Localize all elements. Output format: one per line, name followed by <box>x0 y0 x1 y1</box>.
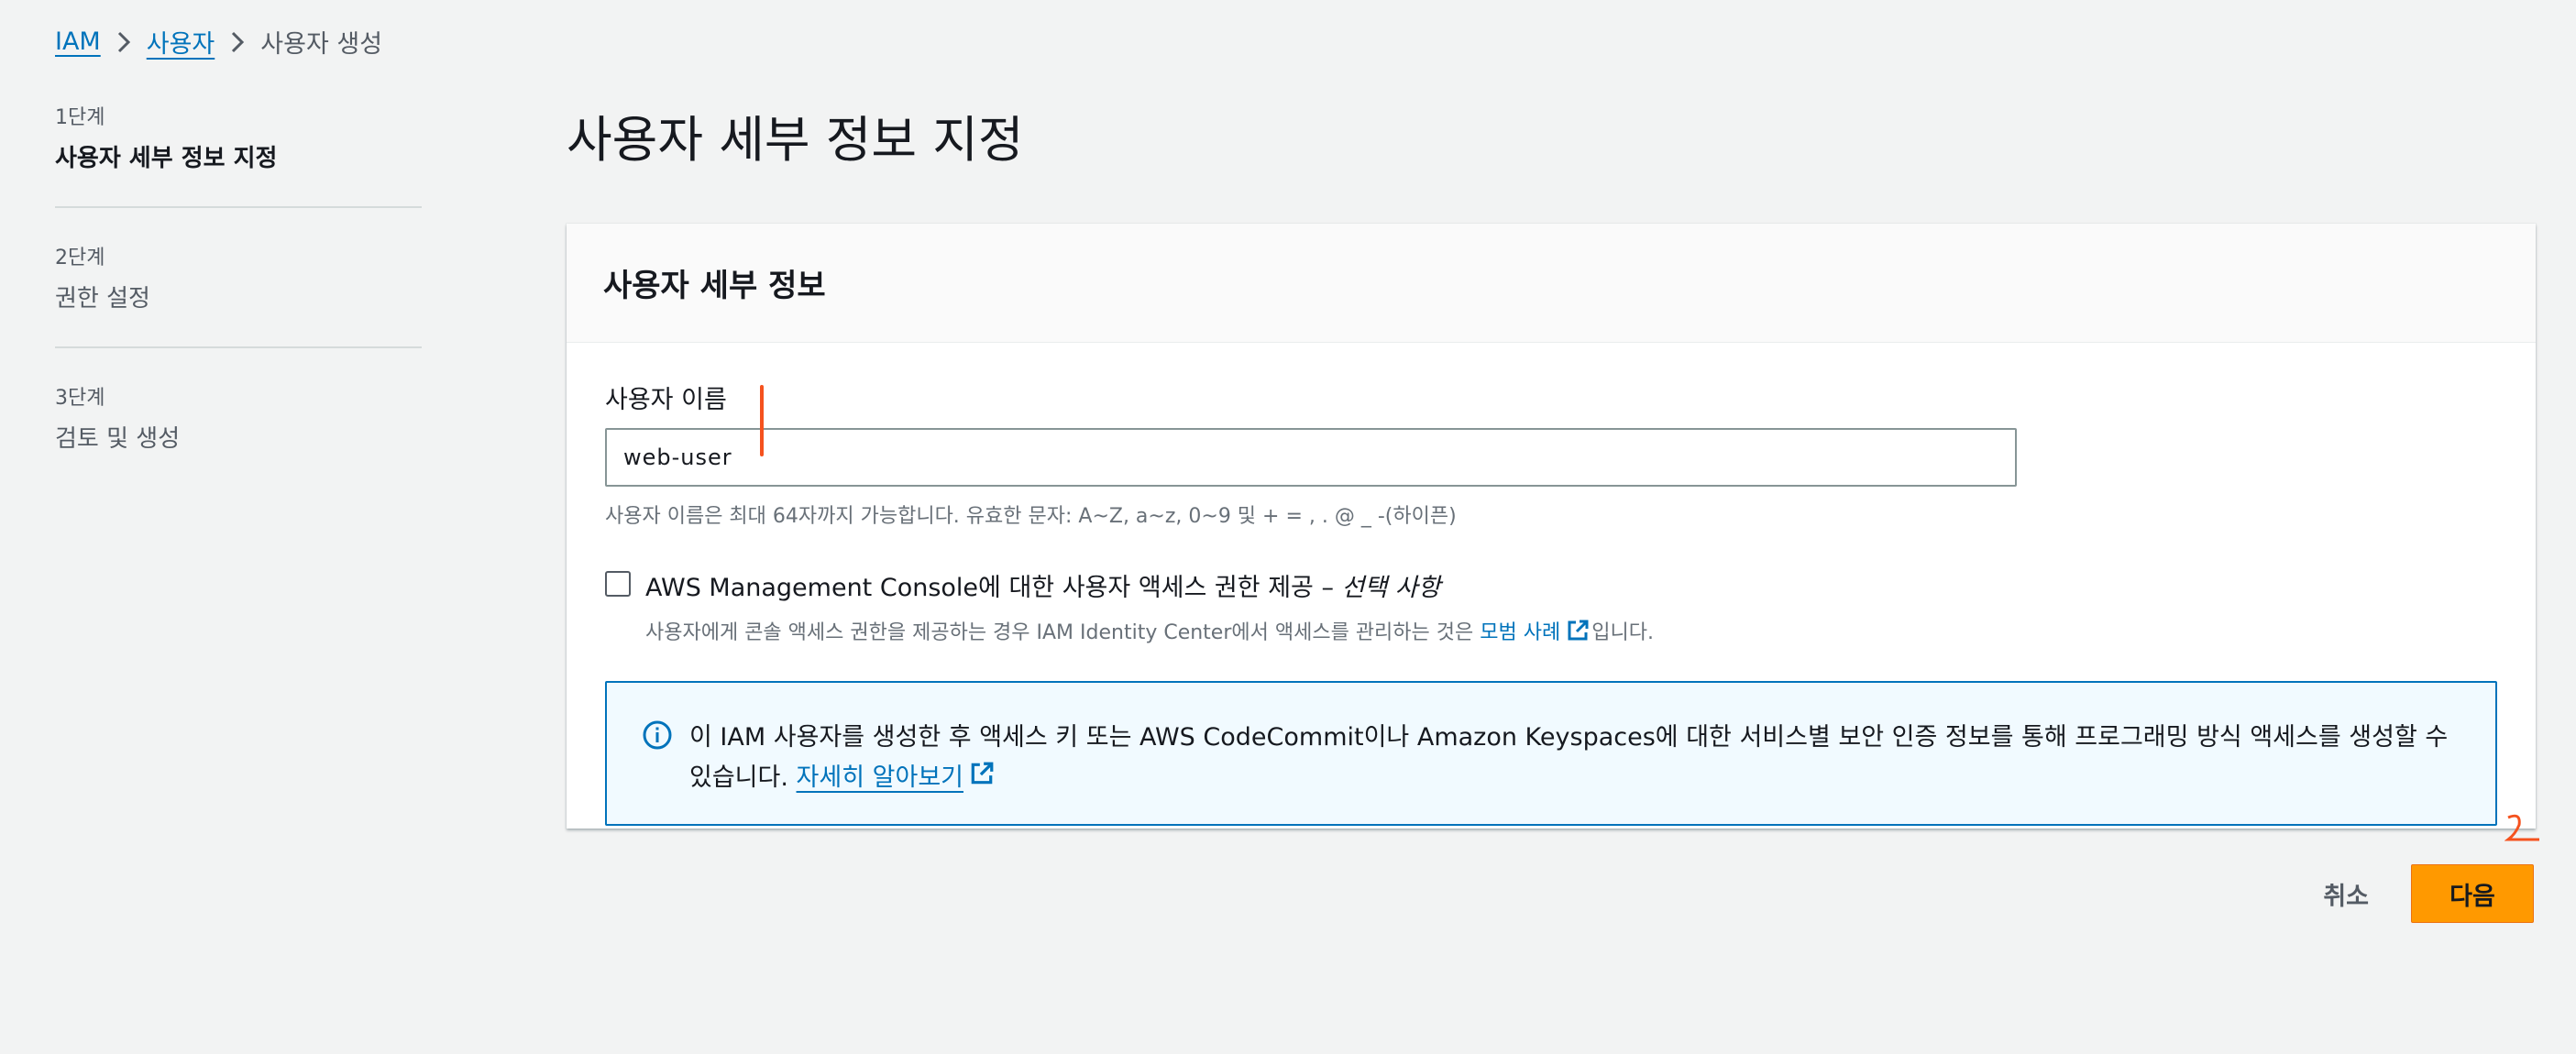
optional-tag: 선택 사항 <box>1341 574 1441 602</box>
wizard-step-1: 1단계 사용자 세부 정보 지정 <box>55 101 422 208</box>
create-user-page: IAM 사용자 사용자 생성 1단계 사용자 세부 정보 지정 2단계 권한 설… <box>0 0 2576 1054</box>
console-desc-suffix: 입니다. <box>1591 621 1654 644</box>
step-label[interactable]: 권한 설정 <box>55 280 422 313</box>
external-link-icon[interactable] <box>969 759 995 799</box>
step-label[interactable]: 검토 및 생성 <box>55 420 422 454</box>
external-link-icon[interactable] <box>1566 619 1590 648</box>
cancel-button[interactable]: 취소 <box>2290 864 2402 923</box>
wizard-step-2: 2단계 권한 설정 <box>55 241 422 348</box>
wizard-steps: 1단계 사용자 세부 정보 지정 2단계 권한 설정 3단계 검토 및 생성 <box>55 101 422 520</box>
step-number: 2단계 <box>55 247 105 269</box>
annotation-mark <box>2504 814 2539 841</box>
chevron-right-icon <box>101 27 147 58</box>
page-title: 사용자 세부 정보 지정 <box>567 111 1024 169</box>
console-access-checkbox[interactable] <box>605 571 631 597</box>
step-label: 사용자 세부 정보 지정 <box>55 145 278 172</box>
console-access-label-text: AWS Management Console에 대한 사용자 액세스 권한 제공… <box>645 574 1334 602</box>
console-desc-text: 사용자에게 콘솔 액세스 권한을 제공하는 경우 IAM Identity Ce… <box>645 621 1474 644</box>
breadcrumb: IAM 사용자 사용자 생성 <box>55 24 382 60</box>
chevron-right-icon <box>215 27 260 58</box>
card-title: 사용자 세부 정보 <box>603 268 826 304</box>
info-icon <box>642 719 673 751</box>
username-label: 사용자 이름 <box>605 386 727 414</box>
user-details-card: 사용자 세부 정보 사용자 이름 사용자 이름은 최대 64자까지 가능합니다.… <box>567 224 2536 829</box>
breadcrumb-iam[interactable]: IAM <box>55 27 101 56</box>
console-access-label[interactable]: AWS Management Console에 대한 사용자 액세스 권한 제공… <box>645 567 1654 603</box>
step-number: 1단계 <box>55 106 105 129</box>
step-number: 3단계 <box>55 387 105 410</box>
breadcrumb-current: 사용자 생성 <box>260 30 383 59</box>
learn-more-link[interactable]: 자세히 알아보기 <box>797 763 963 792</box>
console-access-description: 사용자에게 콘솔 액세스 권한을 제공하는 경우 IAM Identity Ce… <box>645 616 1654 648</box>
next-button[interactable]: 다음 <box>2411 864 2534 923</box>
username-hint: 사용자 이름은 최대 64자까지 가능합니다. 유효한 문자: A~Z, a~z… <box>605 505 1457 528</box>
breadcrumb-users[interactable]: 사용자 <box>147 24 215 60</box>
info-alert: 이 IAM 사용자를 생성한 후 액세스 키 또는 AWS CodeCommit… <box>605 681 2497 826</box>
wizard-actions: 취소 다음 <box>2290 864 2534 923</box>
best-practice-link[interactable]: 모범 사례 <box>1480 621 1560 644</box>
console-access-option: AWS Management Console에 대한 사용자 액세스 권한 제공… <box>605 567 2499 648</box>
card-body: 사용자 이름 사용자 이름은 최대 64자까지 가능합니다. 유효한 문자: A… <box>567 343 2536 826</box>
username-input[interactable] <box>605 428 2017 487</box>
annotation-mark <box>760 385 764 456</box>
card-header: 사용자 세부 정보 <box>567 224 2536 343</box>
info-text: 이 IAM 사용자를 생성한 후 액세스 키 또는 AWS CodeCommit… <box>689 718 2460 792</box>
wizard-step-3: 3단계 검토 및 생성 <box>55 381 422 487</box>
